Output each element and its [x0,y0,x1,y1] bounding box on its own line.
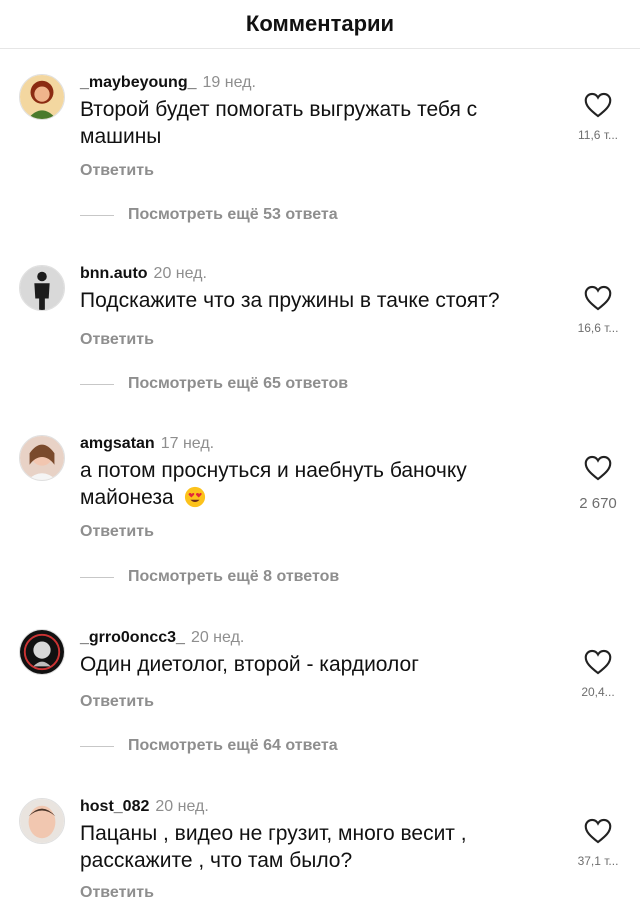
view-more-replies[interactable]: Посмотреть ещё 64 ответа [80,737,338,755]
view-more-replies[interactable]: Посмотреть ещё 53 ответа [80,206,338,224]
view-more-replies[interactable]: Посмотреть ещё 8 ответов [80,568,339,586]
avatar-image [20,630,64,674]
avatar[interactable] [19,798,65,844]
comment-meta: _maybeyoung_ 19 нед. [80,74,256,92]
comment-text: Второй будет помогать выгружать тебя с м… [80,98,478,148]
heart-icon[interactable] [584,649,612,675]
comment-username[interactable]: host_082 [80,798,149,815]
reply-button[interactable]: Ответить [80,162,154,180]
like-area: 37,1 т... [560,818,636,868]
reply-button[interactable]: Ответить [80,523,154,541]
page-title: Комментарии [245,11,395,36]
avatar[interactable] [19,435,65,481]
comment-time: 20 нед. [153,265,207,282]
comment-text: Подскажите что за пружины в тачке стоят? [80,289,500,312]
heart-eyes-emoji-icon [184,486,205,508]
divider-line [80,745,114,747]
divider-line [80,214,114,216]
view-more-label: Посмотреть ещё 64 ответа [128,737,338,754]
view-more-replies[interactable]: Посмотреть ещё 65 ответов [80,375,348,393]
like-count: 11,6 т... [578,128,618,142]
header: Комментарии [0,0,640,49]
comment-username[interactable]: _grro0oncc3_ [80,629,185,646]
avatar-image [20,266,64,310]
heart-icon[interactable] [584,285,612,311]
avatar[interactable] [19,629,65,675]
comment-text: а потом проснуться и наебнуть баночку ма… [80,457,540,511]
heart-icon[interactable] [584,455,612,481]
reply-button[interactable]: Ответить [80,331,154,349]
comment-username[interactable]: amgsatan [80,435,155,452]
comment-text: Пацаны , видео не грузит, много весит , … [80,822,467,872]
like-count: 16,6 т... [577,321,619,335]
like-area: 20,4... [560,649,636,699]
avatar-image [20,799,64,843]
comment-time: 20 нед. [155,798,209,815]
like-area: 2 670 [560,455,636,512]
comment-meta: amgsatan 17 нед. [80,435,214,453]
comment-meta: _grro0oncc3_ 20 нед. [80,629,244,647]
heart-icon[interactable] [584,92,612,118]
like-area: 11,6 т... [560,92,636,142]
heart-icon[interactable] [584,818,612,844]
like-count: 37,1 т... [577,854,619,868]
like-count: 20,4... [581,685,615,699]
reply-button[interactable]: Ответить [80,884,154,902]
comment-meta: host_082 20 нед. [80,798,209,816]
divider-line [80,383,114,385]
view-more-label: Посмотреть ещё 53 ответа [128,206,338,223]
divider-line [80,576,114,578]
like-area: 16,6 т... [560,285,636,335]
comment-time: 19 нед. [202,74,256,91]
avatar[interactable] [19,74,65,120]
avatar-image [20,75,64,119]
avatar-image [20,436,64,480]
comment-text-body: а потом проснуться и наебнуть баночку ма… [80,459,467,509]
comment-username[interactable]: bnn.auto [80,265,148,282]
view-more-label: Посмотреть ещё 8 ответов [128,568,340,585]
comment-text: Один диетолог, второй - кардиолог [80,653,419,676]
reply-button[interactable]: Ответить [80,693,154,711]
like-count: 2 670 [579,495,617,512]
comment-meta: bnn.auto 20 нед. [80,265,207,283]
comment-time: 17 нед. [160,435,215,452]
comment-username[interactable]: _maybeyoung_ [80,74,196,91]
view-more-label: Посмотреть ещё 65 ответов [128,375,349,392]
avatar[interactable] [19,265,65,311]
comment-time: 20 нед. [190,629,245,646]
